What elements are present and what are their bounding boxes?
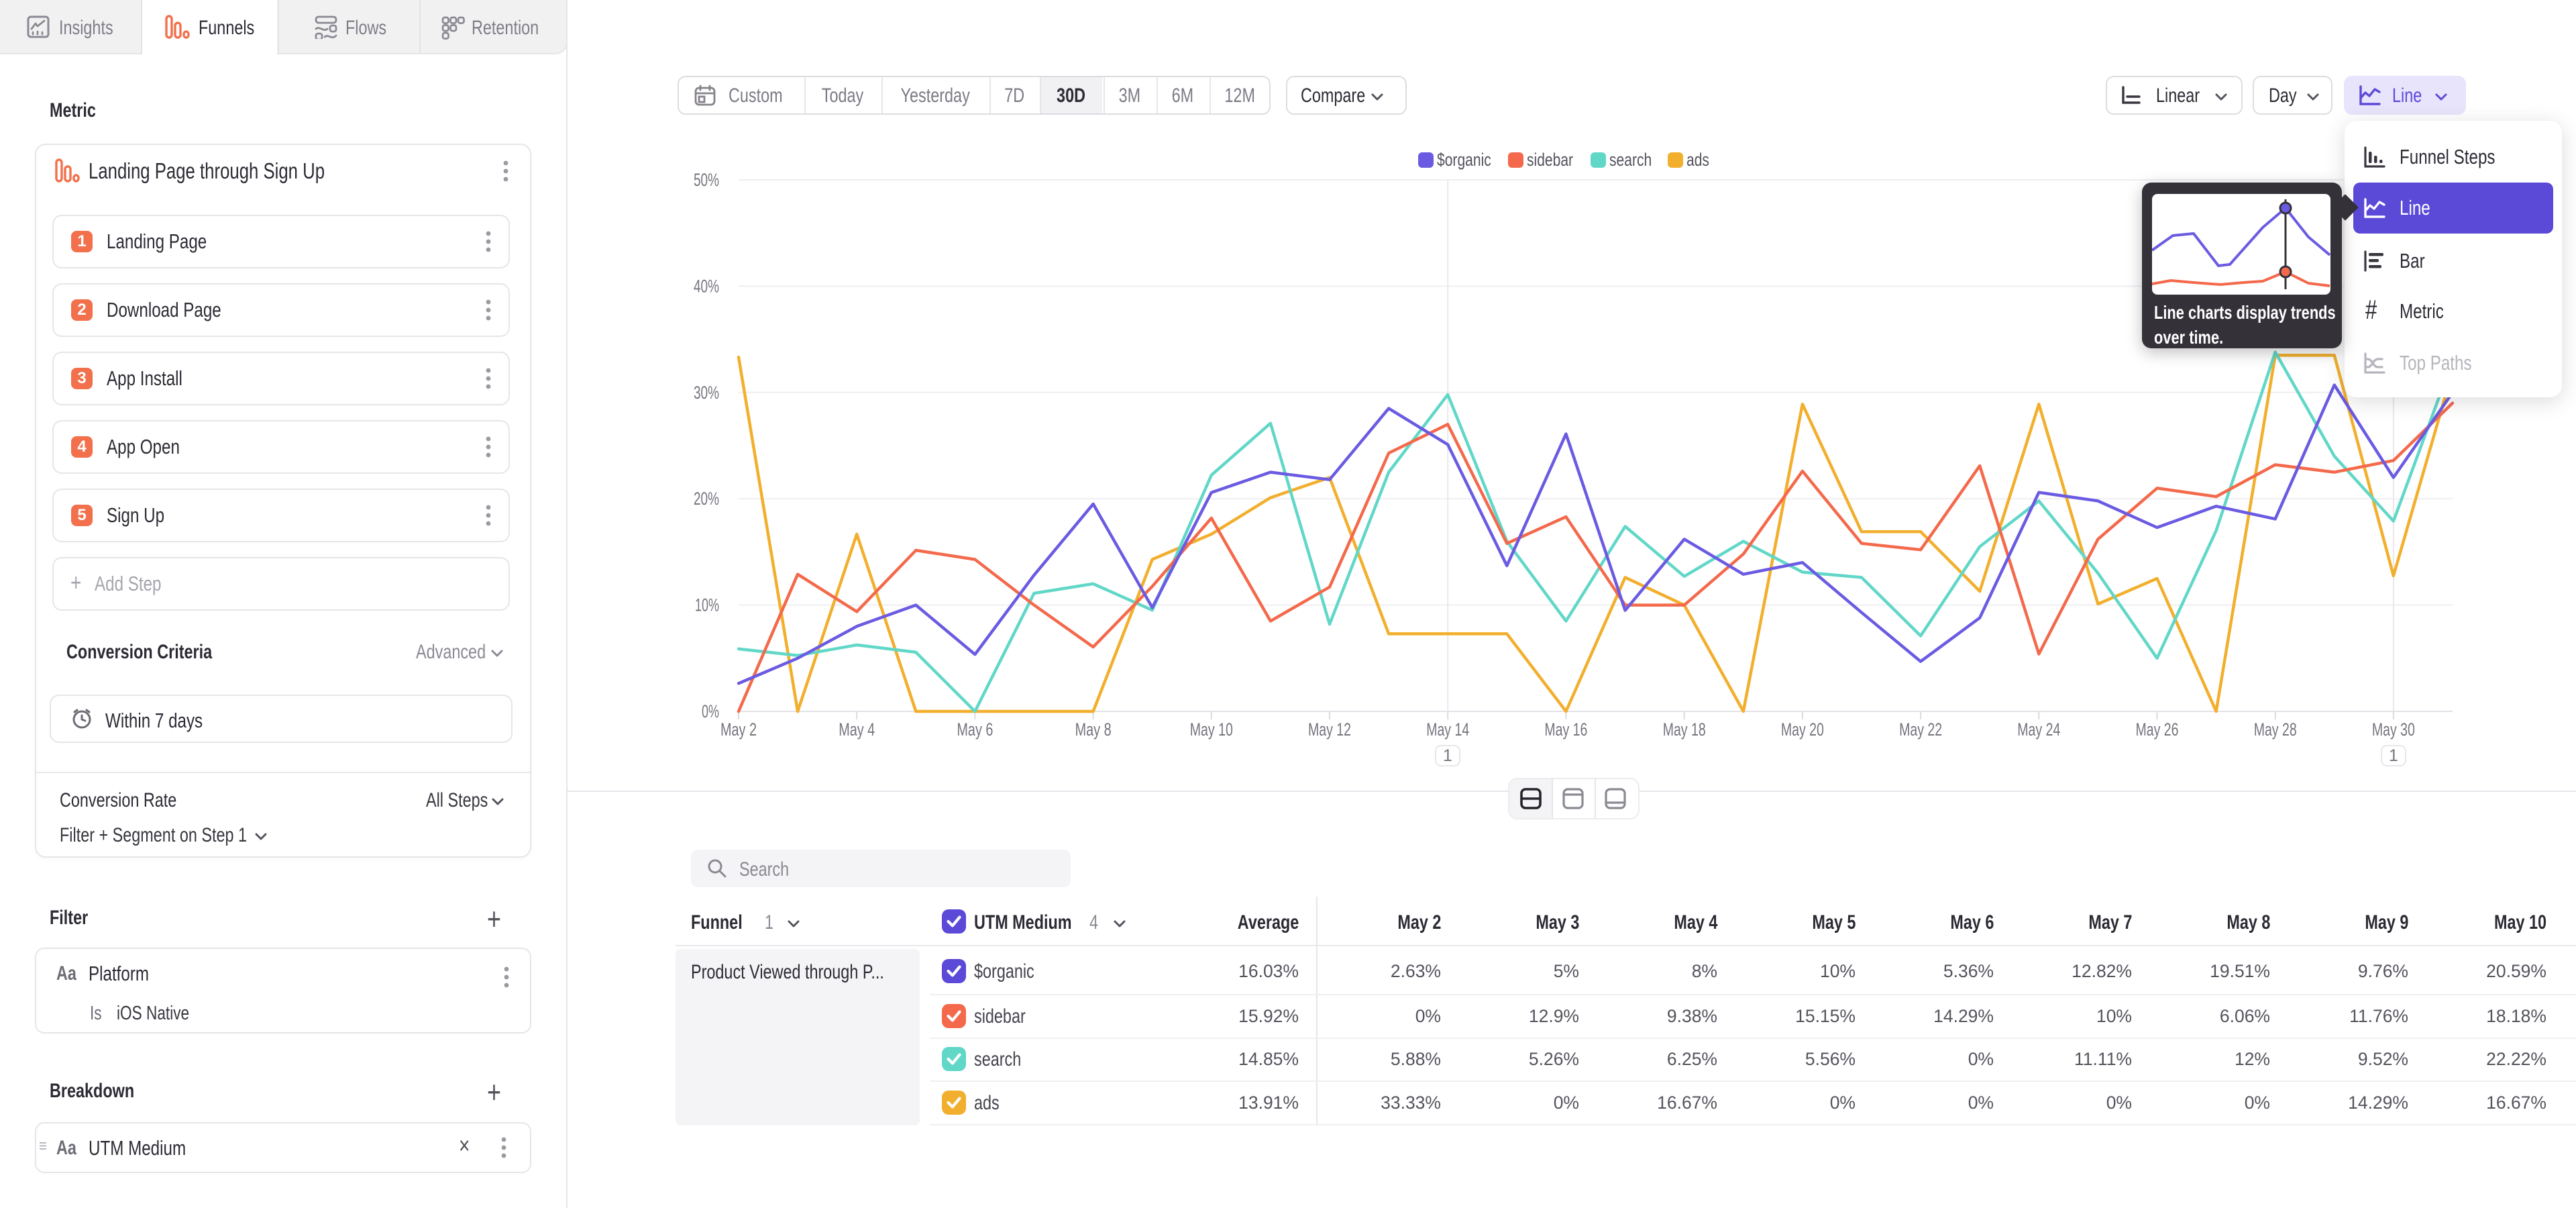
svg-text:30%: 30% [694,383,719,403]
svg-text:May 16: May 16 [1544,719,1587,740]
svg-text:May 24: May 24 [2017,719,2060,740]
svg-text:May 10: May 10 [1190,719,1233,740]
svg-text:40%: 40% [694,276,719,296]
svg-text:May 20: May 20 [1781,719,1824,740]
svg-text:May 26: May 26 [2136,719,2179,740]
svg-text:May 14: May 14 [1426,719,1469,740]
svg-text:May 30: May 30 [2372,719,2415,740]
svg-text:May 22: May 22 [1899,719,1942,740]
svg-text:10%: 10% [695,595,719,615]
svg-text:May 8: May 8 [1075,719,1112,740]
svg-text:May 2: May 2 [720,719,757,740]
svg-text:May 12: May 12 [1308,719,1351,740]
svg-text:50%: 50% [694,170,719,190]
svg-text:May 28: May 28 [2254,719,2297,740]
svg-text:May 6: May 6 [957,719,993,740]
svg-text:May 4: May 4 [839,719,875,740]
svg-text:0%: 0% [702,701,719,721]
svg-text:20%: 20% [694,489,719,509]
svg-text:May 18: May 18 [1663,719,1706,740]
